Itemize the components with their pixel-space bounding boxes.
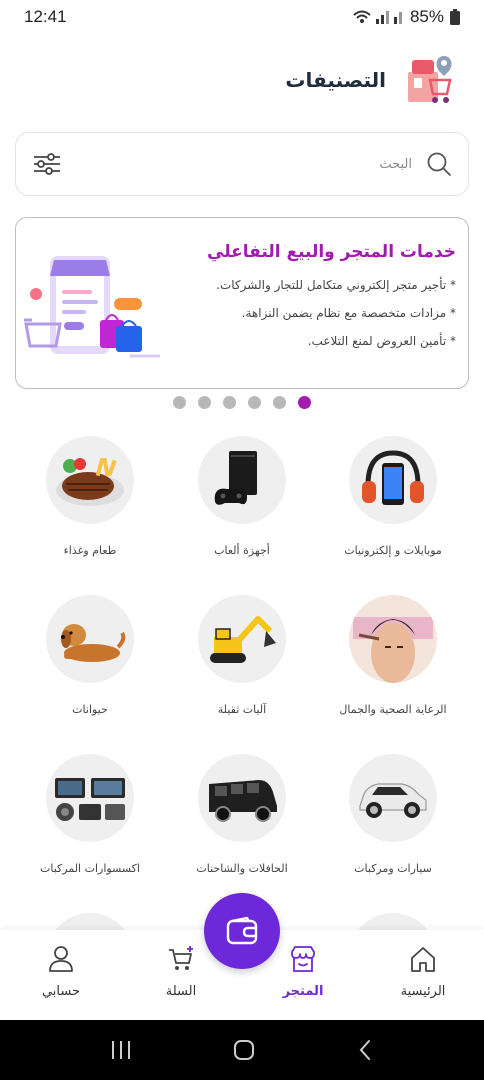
nav-home[interactable]: الرئيسية	[378, 942, 468, 999]
filter-button[interactable]	[32, 149, 62, 179]
category-mobiles-electronics[interactable]: موبايلات و إلكترونيات	[318, 436, 468, 557]
search-field-group	[292, 151, 452, 177]
category-label: موبايلات و إلكترونيات	[344, 544, 442, 557]
store-icon	[286, 942, 320, 976]
home-system-icon[interactable]	[232, 1038, 256, 1062]
nav-account[interactable]: حسابي	[16, 942, 106, 999]
nav-label: الرئيسية	[400, 984, 446, 999]
steak-food-icon	[56, 457, 124, 506]
status-bar: 12:41 85%	[0, 0, 484, 34]
battery-percent: 85%	[409, 7, 444, 26]
category-animals[interactable]: حيوانات	[15, 595, 165, 716]
wifi-signal-icon	[353, 10, 402, 24]
category-label: الرعاية الصحية والجمال	[339, 703, 447, 716]
recent-apps-icon[interactable]	[109, 1039, 133, 1061]
carousel-dots	[0, 396, 484, 409]
search-input[interactable]	[292, 156, 412, 172]
excavator-icon	[210, 616, 276, 663]
back-icon[interactable]	[355, 1038, 375, 1062]
category-buses-trucks[interactable]: الحافلات والشاحنات	[167, 754, 317, 875]
category-image	[198, 754, 286, 842]
category-image	[46, 436, 134, 524]
category-vehicle-accessories[interactable]: اكسسوارات المركبات	[15, 754, 165, 875]
home-icon	[406, 942, 440, 976]
cart-icon	[164, 942, 198, 976]
category-label: سيارات ومركبات	[354, 862, 432, 875]
status-icons: 85%	[352, 7, 460, 27]
search-bar	[15, 132, 469, 196]
banner-line: * مزادات متخصصة مع نظام يضمن النزاهة.	[241, 306, 456, 320]
category-label: اكسسوارات المركبات	[40, 862, 140, 875]
category-label: أجهزة ألعاب	[214, 544, 270, 557]
banner-line: * تأمين العروض لمنع التلاعب.	[307, 334, 456, 348]
page-title: التصنيفات	[285, 68, 386, 92]
battery-icon	[450, 9, 460, 25]
page-header: التصنيفات	[285, 50, 460, 110]
category-heavy-machinery[interactable]: آليات ثقيلة	[167, 595, 317, 716]
category-food[interactable]: طعام وغذاء	[15, 436, 165, 557]
online-store-illustration-icon	[24, 256, 160, 358]
category-healthcare-beauty[interactable]: الرعاية الصحية والجمال	[318, 595, 468, 716]
van-icon	[209, 780, 277, 822]
category-label: الحافلات والشاحنات	[196, 862, 288, 875]
banner-line: * تأجير متجر إلكتروني متكامل للتجار والش…	[216, 278, 456, 292]
system-nav-bar	[0, 1020, 484, 1080]
category-image	[46, 595, 134, 683]
face-care-icon	[349, 595, 437, 683]
nav-label: السلة	[165, 984, 197, 999]
carousel-dot-active[interactable]	[298, 396, 311, 409]
category-label: حيوانات	[72, 703, 108, 716]
nav-label: المتجر	[282, 984, 324, 999]
category-image	[349, 436, 437, 524]
carousel-dot[interactable]	[173, 396, 186, 409]
category-image	[349, 595, 437, 683]
wallet-icon	[226, 916, 258, 945]
car-electronics-icon	[55, 778, 125, 821]
carousel-dot[interactable]	[248, 396, 261, 409]
car-icon	[359, 783, 427, 818]
banner-text: خدمات المتجر والبيع التفاعلي * تأجير متج…	[166, 242, 456, 362]
sliders-filter-icon	[34, 153, 60, 175]
game-console-icon	[214, 451, 257, 505]
category-image	[198, 436, 286, 524]
nav-label: حسابي	[41, 984, 81, 999]
user-icon	[44, 942, 78, 976]
carousel-dot[interactable]	[198, 396, 211, 409]
wallet-fab-button[interactable]	[204, 893, 280, 969]
category-image	[349, 754, 437, 842]
banner-title: خدمات المتجر والبيع التفاعلي	[207, 242, 456, 262]
carousel-dot[interactable]	[223, 396, 236, 409]
headphones-phone-icon	[362, 450, 424, 505]
category-image	[198, 595, 286, 683]
category-image	[46, 754, 134, 842]
carousel-dot[interactable]	[273, 396, 286, 409]
store-logo-icon	[408, 56, 452, 103]
status-time: 12:41	[24, 7, 67, 26]
search-icon[interactable]	[426, 151, 452, 177]
category-label: آليات ثقيلة	[217, 703, 267, 716]
category-cars-vehicles[interactable]: سيارات ومركبات	[318, 754, 468, 875]
promo-banner[interactable]: خدمات المتجر والبيع التفاعلي * تأجير متج…	[15, 217, 469, 389]
category-game-consoles[interactable]: أجهزة ألعاب	[167, 436, 317, 557]
signal-icons	[352, 9, 404, 25]
dog-icon	[61, 624, 126, 662]
app-screen: 12:41 85% التصنيفات البحث خدمات المتجر و…	[0, 0, 484, 1080]
category-label: طعام وغذاء	[63, 544, 117, 557]
